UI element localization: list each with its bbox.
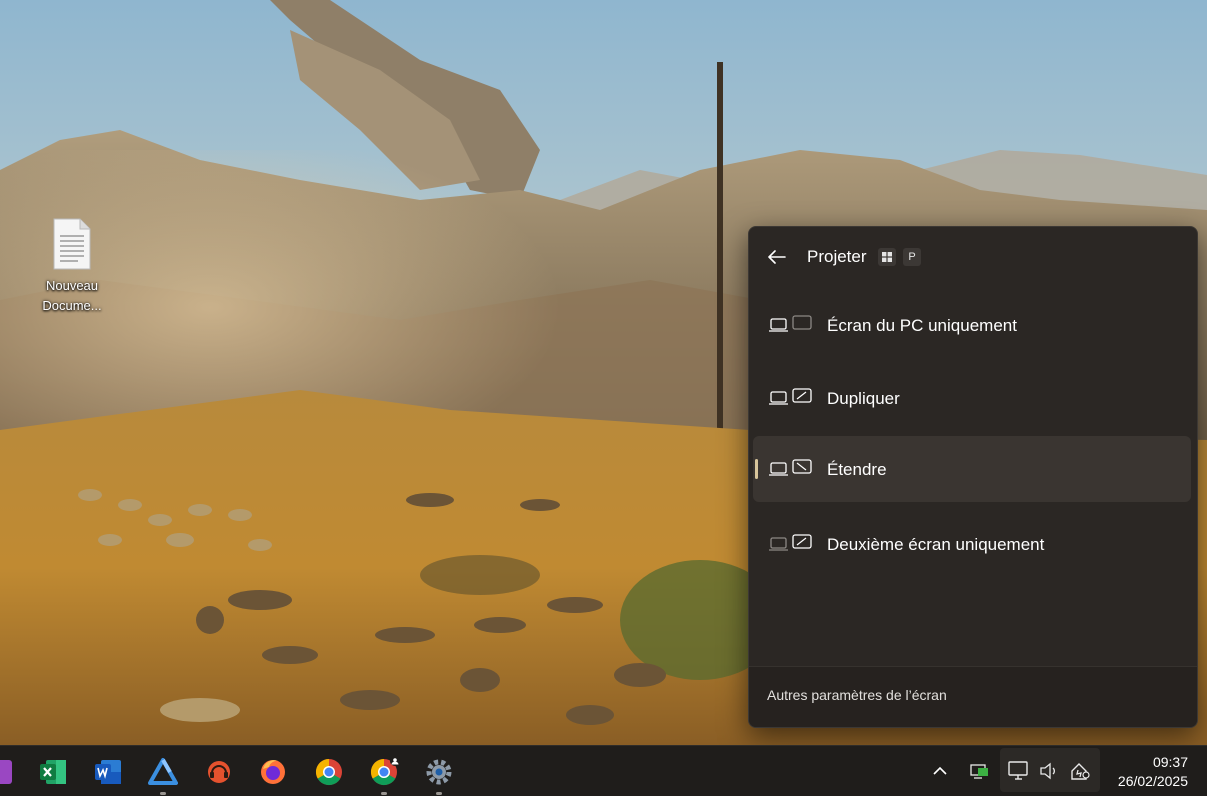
- desktop-icon-new-document[interactable]: Nouveau Docume...: [30, 218, 114, 316]
- monitor-network-icon: [1008, 761, 1028, 780]
- option-label: Étendre: [827, 460, 887, 479]
- duplicate-icon: [769, 388, 812, 405]
- onenote-icon: [0, 760, 12, 784]
- clock-time: 09:37: [1152, 754, 1188, 770]
- chevron-up-icon: [933, 766, 947, 775]
- word-icon: [95, 760, 121, 784]
- support-icon: [208, 761, 230, 783]
- network-adapter-icon: [970, 764, 988, 779]
- tray-display: [1008, 760, 1030, 782]
- speaker-icon: [1040, 762, 1055, 780]
- clock-date: 26/02/2025: [1117, 773, 1188, 789]
- option-label: Écran du PC uniquement: [827, 316, 1017, 335]
- project-flyout: Projeter P Écran du PC uniquement Dupliq…: [748, 226, 1198, 728]
- drive-icon: [148, 758, 178, 785]
- taskbar-word[interactable]: [92, 756, 124, 788]
- tray-volume: [1038, 760, 1060, 782]
- excel-icon: [40, 760, 66, 784]
- windows-logo-icon: [882, 252, 892, 262]
- text-document-icon: [53, 218, 91, 270]
- flyout-footer: Autres paramètres de l’écran: [749, 666, 1197, 727]
- windows-key-badge: [878, 248, 896, 266]
- taskbar-excel[interactable]: [37, 756, 69, 788]
- taskbar-settings[interactable]: [423, 756, 455, 795]
- p-key-badge: P: [903, 248, 921, 266]
- taskbar-drive[interactable]: [147, 756, 179, 795]
- desktop-icon-label-line2: Docume...: [42, 298, 102, 313]
- taskbar-firefox[interactable]: [257, 756, 289, 788]
- taskbar-support-app[interactable]: [203, 756, 235, 788]
- flyout-title: Projeter: [807, 247, 867, 266]
- display-settings-link[interactable]: Autres paramètres de l’écran: [767, 687, 947, 703]
- second-screen-only-icon: [769, 534, 812, 551]
- flyout-header: Projeter P: [749, 227, 1197, 285]
- arrow-left-icon: [768, 250, 786, 264]
- option-second-screen-only[interactable]: Deuxième écran uniquement: [753, 511, 1191, 577]
- chrome-profile-icon: [370, 757, 399, 786]
- settings-icon: [426, 759, 452, 785]
- system-clock[interactable]: 09:37 26/02/2025: [1118, 753, 1188, 791]
- desktop-icon-label: Nouveau Docume...: [30, 276, 114, 316]
- show-hidden-icons-button[interactable]: [929, 760, 951, 782]
- battery-saver-icon: [1071, 763, 1090, 780]
- back-button[interactable]: [763, 243, 791, 271]
- taskbar-chrome-profile[interactable]: [368, 756, 400, 795]
- option-extend[interactable]: Étendre: [753, 436, 1191, 502]
- extend-icon: [769, 459, 812, 476]
- option-label: Dupliquer: [827, 389, 900, 408]
- option-duplicate[interactable]: Dupliquer: [753, 365, 1191, 431]
- option-label: Deuxième écran uniquement: [827, 535, 1045, 554]
- desktop-icon-label-line1: Nouveau: [45, 278, 99, 293]
- tray-battery: [1069, 760, 1091, 782]
- taskbar: 09:37 26/02/2025: [0, 745, 1207, 796]
- taskbar-onenote[interactable]: [0, 756, 16, 788]
- pc-screen-only-icon: [769, 315, 812, 332]
- selected-indicator: [755, 459, 758, 479]
- taskbar-chrome[interactable]: [313, 756, 345, 788]
- option-pc-screen-only[interactable]: Écran du PC uniquement: [753, 292, 1191, 358]
- chrome-icon: [315, 758, 342, 786]
- firefox-icon: [261, 760, 285, 784]
- tray-network-status[interactable]: [969, 760, 991, 782]
